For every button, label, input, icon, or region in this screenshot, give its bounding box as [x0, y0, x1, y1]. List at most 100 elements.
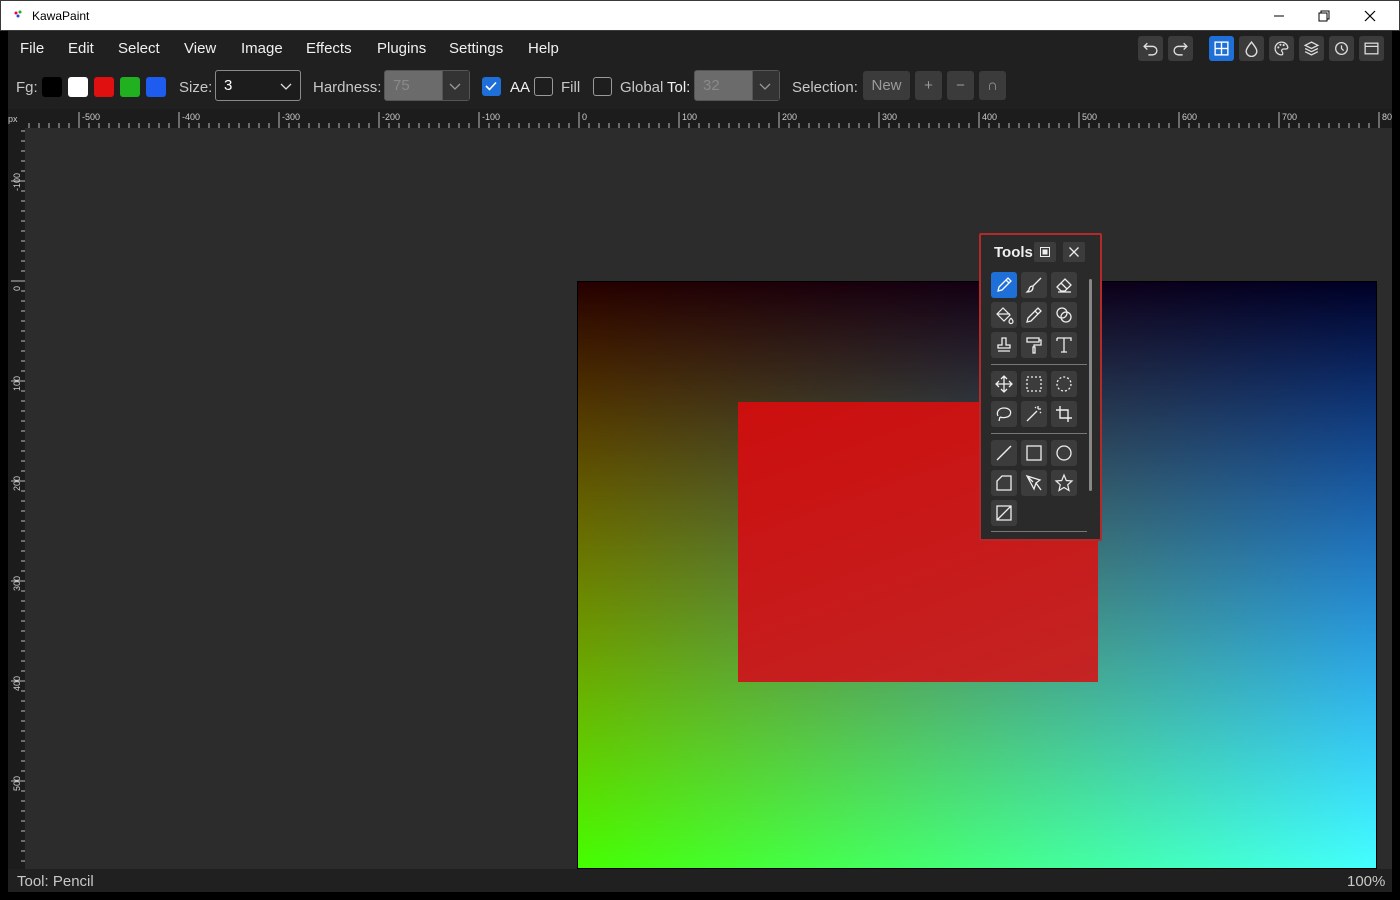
ellipse-icon	[1056, 445, 1072, 461]
selection-subtract-button[interactable]: −	[947, 71, 974, 100]
tool-rectangle[interactable]	[1021, 440, 1047, 466]
menu-view[interactable]: View	[184, 40, 216, 57]
selection-new-button[interactable]: New	[863, 71, 910, 100]
layers-icon	[1303, 41, 1320, 56]
tool-eraser[interactable]	[1051, 272, 1077, 298]
tools-panel-title: Tools	[994, 244, 1033, 261]
redo-button[interactable]	[1168, 36, 1193, 61]
color-drop-button[interactable]	[1239, 36, 1264, 61]
ruler-label: 500	[12, 776, 22, 791]
menu-file[interactable]: File	[20, 40, 44, 57]
selection-intersect-button[interactable]: ∩	[979, 71, 1006, 100]
eraser-icon	[1056, 278, 1072, 293]
chevron-down-icon	[449, 83, 461, 90]
tool-lasso[interactable]	[991, 401, 1017, 427]
palette-button[interactable]	[1269, 36, 1294, 61]
tool-star[interactable]	[1051, 470, 1077, 496]
tool-text[interactable]	[1051, 332, 1077, 358]
minimize-icon	[1274, 15, 1284, 17]
menu-help[interactable]: Help	[528, 40, 559, 57]
selection-label: Selection:	[792, 79, 858, 96]
tool-separator	[991, 433, 1087, 434]
redo-icon	[1173, 42, 1188, 56]
fill-checkbox[interactable]	[534, 77, 553, 96]
rectangle-icon	[1026, 445, 1042, 461]
tool-magic-wand[interactable]	[1021, 401, 1047, 427]
swatch-white[interactable]	[68, 77, 88, 97]
restore-button[interactable]	[1301, 1, 1347, 31]
status-tool: Tool: Pencil	[17, 873, 94, 890]
ruler-label: 200	[782, 112, 797, 122]
tool-ellipse-select[interactable]	[1051, 371, 1077, 397]
swatch-red[interactable]	[94, 77, 114, 97]
panel-close-button[interactable]	[1063, 242, 1085, 262]
restore-icon	[1318, 10, 1330, 22]
history-button[interactable]	[1329, 36, 1354, 61]
lasso-icon	[996, 407, 1012, 422]
status-bar: Tool: Pencil 100%	[8, 869, 1392, 892]
tool-color-picker[interactable]	[1021, 302, 1047, 328]
tool-line[interactable]	[991, 440, 1017, 466]
fill-bucket-icon	[996, 307, 1014, 325]
window-button[interactable]	[1359, 36, 1384, 61]
menu-edit[interactable]: Edit	[68, 40, 94, 57]
gradient-icon	[996, 505, 1012, 521]
pen-icon	[1025, 474, 1042, 491]
ruler-label: -500	[82, 112, 100, 122]
window-bottom-border	[0, 892, 1400, 900]
window-title: KawaPaint	[32, 9, 90, 23]
swatch-black[interactable]	[42, 77, 62, 97]
fill-label: Fill	[561, 79, 581, 96]
menu-plugins[interactable]: Plugins	[377, 40, 426, 57]
check-icon	[485, 81, 497, 91]
ruler-label: 800	[1382, 112, 1392, 122]
tool-clone[interactable]	[1051, 302, 1077, 328]
menu-settings[interactable]: Settings	[449, 40, 503, 57]
status-zoom: 100%	[1347, 873, 1386, 890]
selection-add-button[interactable]: +	[915, 71, 942, 100]
size-value: 3	[224, 77, 233, 94]
minimize-button[interactable]	[1256, 1, 1302, 31]
close-icon	[1069, 247, 1079, 257]
tool-pen[interactable]	[1021, 470, 1047, 496]
tool-paint-roller[interactable]	[1021, 332, 1047, 358]
tool-fill[interactable]	[991, 302, 1017, 328]
layers-button[interactable]	[1299, 36, 1324, 61]
tool-move[interactable]	[991, 371, 1017, 397]
pencil-icon	[997, 277, 1012, 292]
tool-gradient[interactable]	[991, 500, 1017, 526]
tool-rect-select[interactable]	[1021, 371, 1047, 397]
hardness-select[interactable]: 75	[384, 70, 470, 101]
tool-polygon[interactable]	[991, 470, 1017, 496]
menu-effects[interactable]: Effects	[306, 40, 352, 57]
image-canvas[interactable]	[577, 281, 1377, 869]
float-icon	[1040, 247, 1050, 257]
swatch-blue[interactable]	[146, 77, 166, 97]
tools-panel-scrollbar[interactable]	[1089, 279, 1092, 491]
ruler-label: 100	[12, 376, 22, 391]
menu-image[interactable]: Image	[241, 40, 283, 57]
tolerance-select[interactable]: 32	[694, 70, 780, 101]
tool-crop[interactable]	[1051, 401, 1077, 427]
size-select[interactable]: 3	[215, 70, 301, 101]
tools-panel: Tools	[979, 233, 1102, 541]
app-icon	[14, 10, 22, 18]
tool-stamp[interactable]	[991, 332, 1017, 358]
swatch-green[interactable]	[120, 77, 140, 97]
size-label: Size:	[179, 79, 213, 96]
close-window-button[interactable]	[1347, 1, 1393, 31]
undo-button[interactable]	[1138, 36, 1163, 61]
tool-brush[interactable]	[1021, 272, 1047, 298]
horizontal-ruler: -500 -400 -300 -200 -100 0 100 200 300 400 500 600 7…	[25, 109, 1392, 128]
aa-checkbox[interactable]	[482, 77, 501, 96]
global-checkbox[interactable]	[593, 77, 612, 96]
menu-select[interactable]: Select	[118, 40, 160, 57]
ruler-unit: px	[8, 109, 25, 128]
paint-roller-icon	[1026, 337, 1042, 354]
panel-float-button[interactable]	[1034, 242, 1056, 262]
ellipse-select-icon	[1056, 376, 1072, 392]
tool-pencil[interactable]	[991, 272, 1017, 298]
tool-ellipse[interactable]	[1051, 440, 1077, 466]
grid-toggle-button[interactable]	[1209, 36, 1234, 61]
canvas-workspace[interactable]	[25, 128, 1392, 869]
